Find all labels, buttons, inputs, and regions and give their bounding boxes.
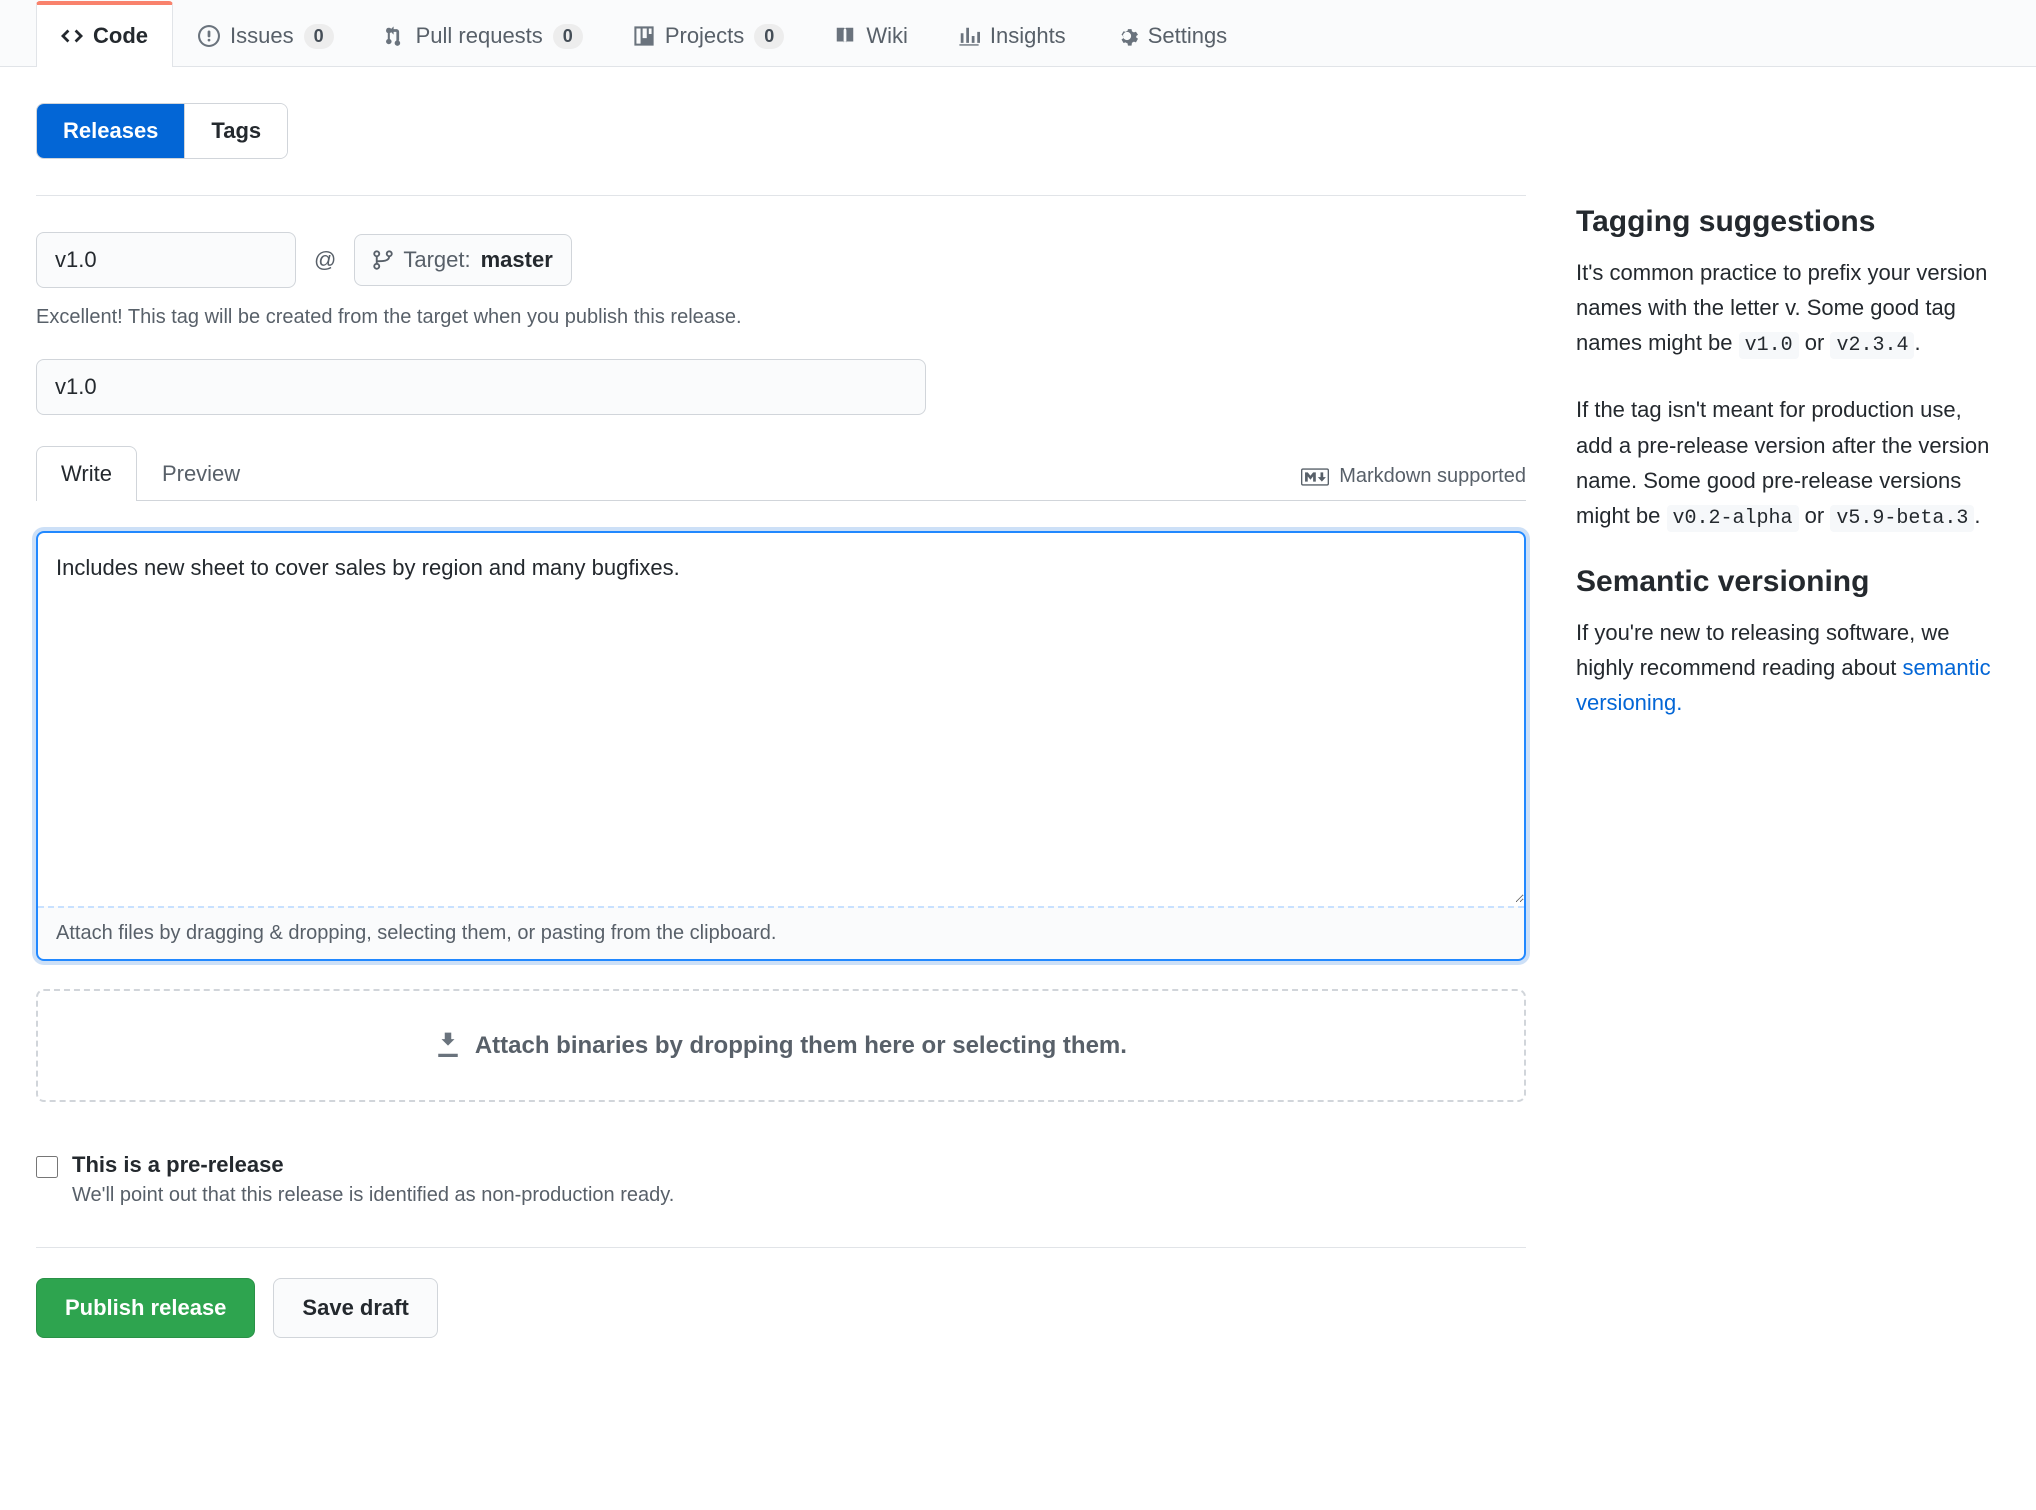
markdown-icon xyxy=(1301,468,1329,486)
subnav-releases[interactable]: Releases xyxy=(37,104,184,158)
tagging-p2: If the tag isn't meant for production us… xyxy=(1576,392,2000,535)
prerelease-checkbox[interactable] xyxy=(36,1156,58,1178)
prerelease-label: This is a pre-release xyxy=(72,1152,674,1178)
nav-projects[interactable]: Projects 0 xyxy=(608,1,810,67)
nav-settings[interactable]: Settings xyxy=(1091,1,1253,67)
nav-issues[interactable]: Issues 0 xyxy=(173,1,359,67)
repo-nav: Code Issues 0 Pull requests 0 Projects 0… xyxy=(0,0,2036,67)
code-beta: v5.9-beta.3 xyxy=(1830,505,1974,532)
tagging-p1: It's common practice to prefix your vers… xyxy=(1576,255,2000,362)
book-icon xyxy=(834,25,856,47)
code-v234: v2.3.4 xyxy=(1830,332,1914,359)
code-icon xyxy=(61,25,83,47)
projects-count: 0 xyxy=(754,24,784,49)
tag-note: Excellent! This tag will be created from… xyxy=(36,306,1526,329)
tab-write[interactable]: Write xyxy=(36,446,137,501)
nav-settings-label: Settings xyxy=(1148,23,1228,49)
at-symbol: @ xyxy=(314,247,336,273)
semver-heading: Semantic versioning xyxy=(1576,565,2000,599)
nav-code[interactable]: Code xyxy=(36,1,173,67)
issues-count: 0 xyxy=(304,24,334,49)
subnav-tags[interactable]: Tags xyxy=(184,104,287,158)
pulls-count: 0 xyxy=(553,24,583,49)
tab-preview[interactable]: Preview xyxy=(137,446,265,501)
gear-icon xyxy=(1116,25,1138,47)
tag-version-input[interactable] xyxy=(36,232,296,288)
sidebar: Tagging suggestions It's common practice… xyxy=(1576,103,2000,1338)
markdown-supported-label: Markdown supported xyxy=(1339,465,1526,488)
prerelease-note: We'll point out that this release is ide… xyxy=(72,1184,674,1207)
issue-icon xyxy=(198,25,220,47)
branch-icon xyxy=(373,250,393,270)
nav-pulls-label: Pull requests xyxy=(416,23,543,49)
description-editor: Attach files by dragging & dropping, sel… xyxy=(36,531,1526,961)
attach-binaries-label: Attach binaries by dropping them here or… xyxy=(475,1032,1127,1059)
divider xyxy=(36,1247,1526,1248)
nav-issues-label: Issues xyxy=(230,23,294,49)
tagging-suggestions-heading: Tagging suggestions xyxy=(1576,205,2000,239)
attach-binaries-dropzone[interactable]: Attach binaries by dropping them here or… xyxy=(36,989,1526,1102)
code-alpha: v0.2-alpha xyxy=(1667,505,1799,532)
subnav: Releases Tags xyxy=(36,103,288,159)
code-v1: v1.0 xyxy=(1739,332,1799,359)
target-prefix: Target: xyxy=(403,247,470,273)
divider xyxy=(36,195,1526,196)
graph-icon xyxy=(958,25,980,47)
pull-request-icon xyxy=(384,25,406,47)
description-textarea[interactable] xyxy=(38,533,1524,903)
nav-pulls[interactable]: Pull requests 0 xyxy=(359,1,608,67)
semver-p: If you're new to releasing software, we … xyxy=(1576,615,2000,721)
nav-projects-label: Projects xyxy=(665,23,744,49)
nav-code-label: Code xyxy=(93,23,148,49)
project-icon xyxy=(633,25,655,47)
target-branch-name: master xyxy=(481,247,553,273)
target-branch-button[interactable]: Target: master xyxy=(354,234,571,286)
save-draft-button[interactable]: Save draft xyxy=(273,1278,437,1338)
publish-release-button[interactable]: Publish release xyxy=(36,1278,255,1338)
nav-insights[interactable]: Insights xyxy=(933,1,1091,67)
release-title-input[interactable] xyxy=(36,359,926,415)
attach-files-bar[interactable]: Attach files by dragging & dropping, sel… xyxy=(38,906,1524,959)
nav-wiki[interactable]: Wiki xyxy=(809,1,933,67)
download-icon xyxy=(435,1031,461,1057)
nav-insights-label: Insights xyxy=(990,23,1066,49)
nav-wiki-label: Wiki xyxy=(866,23,908,49)
markdown-supported-link[interactable]: Markdown supported xyxy=(1301,465,1526,500)
